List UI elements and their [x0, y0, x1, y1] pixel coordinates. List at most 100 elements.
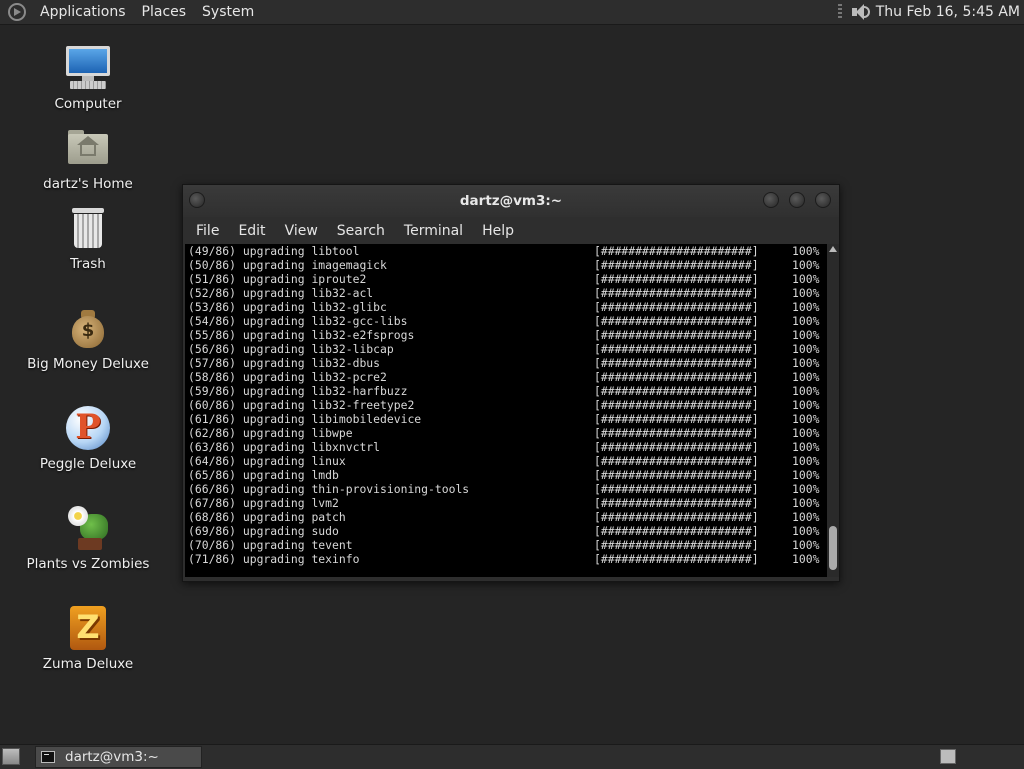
- workspace-switcher[interactable]: [940, 749, 956, 764]
- terminal-progress-percent: 100%: [792, 356, 820, 370]
- clock[interactable]: Thu Feb 16, 5:45 AM: [876, 4, 1020, 20]
- terminal-progress-bar: [######################]: [594, 468, 759, 482]
- terminal-line-text: (55/86) upgrading lib32-e2fsprogs: [188, 328, 415, 342]
- minimize-button[interactable]: [763, 192, 779, 208]
- terminal-menubar: File Edit View Search Terminal Help: [183, 217, 839, 244]
- terminal-progress-bar: [######################]: [594, 552, 759, 566]
- desktop-icon-home[interactable]: dartz's Home: [18, 124, 158, 192]
- menu-places[interactable]: Places: [134, 4, 195, 20]
- desktop-icon-label: Zuma Deluxe: [42, 656, 134, 672]
- terminal-progress-bar: [######################]: [594, 370, 759, 384]
- terminal-line: (71/86) upgrading texinfo [##############…: [185, 552, 827, 566]
- terminal-progress-percent: 100%: [792, 496, 820, 510]
- menu-file[interactable]: File: [193, 223, 222, 239]
- terminal-progress-percent: 100%: [792, 510, 820, 524]
- close-button[interactable]: [815, 192, 831, 208]
- terminal-progress-percent: 100%: [792, 468, 820, 482]
- top-panel-tray: Thu Feb 16, 5:45 AM: [837, 0, 1020, 24]
- terminal-icon: [41, 751, 55, 763]
- menu-applications[interactable]: Applications: [32, 4, 134, 20]
- terminal-output[interactable]: (49/86) upgrading libtool [##############…: [185, 244, 827, 577]
- desktop-icon-computer[interactable]: Computer: [18, 44, 158, 112]
- terminal-line-text: (56/86) upgrading lib32-libcap: [188, 342, 394, 356]
- terminal-line-text: (64/86) upgrading linux: [188, 454, 346, 468]
- desktop-icon-plants-vs-zombies[interactable]: Plants vs Zombies: [18, 504, 158, 572]
- terminal-line: (54/86) upgrading lib32-gcc-libs [#######…: [185, 314, 827, 328]
- terminal-progress-percent: 100%: [792, 538, 820, 552]
- terminal-line: (69/86) upgrading sudo [#################…: [185, 524, 827, 538]
- menu-search[interactable]: Search: [334, 223, 388, 239]
- terminal-progress-bar: [######################]: [594, 440, 759, 454]
- maximize-button[interactable]: [789, 192, 805, 208]
- terminal-line: (51/86) upgrading iproute2 [#############…: [185, 272, 827, 286]
- trash-icon: [64, 204, 112, 252]
- terminal-line-text: (53/86) upgrading lib32-glibc: [188, 300, 387, 314]
- terminal-line: (59/86) upgrading lib32-harfbuzz [#######…: [185, 384, 827, 398]
- desktop-icon-label: Big Money Deluxe: [27, 356, 149, 372]
- top-panel: Applications Places System Thu Feb 16, 5…: [0, 0, 1024, 25]
- terminal-line: (64/86) upgrading linux [################…: [185, 454, 827, 468]
- menu-help[interactable]: Help: [479, 223, 517, 239]
- terminal-progress-percent: 100%: [792, 300, 820, 314]
- terminal-progress-percent: 100%: [792, 454, 820, 468]
- taskbar-button-terminal[interactable]: dartz@vm3:~: [35, 746, 202, 768]
- desktop-icon-trash[interactable]: Trash: [18, 204, 158, 272]
- terminal-progress-percent: 100%: [792, 482, 820, 496]
- terminal-progress-bar: [######################]: [594, 538, 759, 552]
- terminal-line-text: (58/86) upgrading lib32-pcre2: [188, 370, 387, 384]
- volume-speaker-icon[interactable]: [850, 2, 870, 22]
- terminal-progress-bar: [######################]: [594, 482, 759, 496]
- terminal-progress-bar: [######################]: [594, 342, 759, 356]
- desktop-icon-big-money-deluxe[interactable]: $ Big Money Deluxe: [18, 304, 158, 372]
- terminal-progress-percent: 100%: [792, 524, 820, 538]
- computer-icon: [64, 44, 112, 92]
- terminal-progress-percent: 100%: [792, 426, 820, 440]
- terminal-progress-percent: 100%: [792, 370, 820, 384]
- terminal-line: (70/86) upgrading tevent [###############…: [185, 538, 827, 552]
- terminal-progress-percent: 100%: [792, 412, 820, 426]
- terminal-line: (55/86) upgrading lib32-e2fsprogs [######…: [185, 328, 827, 342]
- terminal-line: (58/86) upgrading lib32-pcre2 [##########…: [185, 370, 827, 384]
- terminal-window: dartz@vm3:~ File Edit View Search Termin…: [182, 184, 840, 582]
- scroll-up-arrow-icon[interactable]: [829, 246, 837, 252]
- terminal-line: (63/86) upgrading libxnvctrl [###########…: [185, 440, 827, 454]
- desktop-icon-label: Plants vs Zombies: [26, 556, 150, 572]
- terminal-progress-percent: 100%: [792, 440, 820, 454]
- menu-terminal[interactable]: Terminal: [401, 223, 466, 239]
- terminal-line-text: (68/86) upgrading patch: [188, 510, 346, 524]
- main-menu-logo-icon[interactable]: [8, 3, 26, 21]
- terminal-line: (56/86) upgrading lib32-libcap [#########…: [185, 342, 827, 356]
- desktop-icon-label: Peggle Deluxe: [39, 456, 137, 472]
- desktop-icon-zuma-deluxe[interactable]: Z Zuma Deluxe: [18, 604, 158, 672]
- terminal-line-text: (59/86) upgrading lib32-harfbuzz: [188, 384, 408, 398]
- terminal-line: (62/86) upgrading libwpe [###############…: [185, 426, 827, 440]
- desktop-icon-label: dartz's Home: [43, 176, 133, 192]
- show-desktop-icon[interactable]: [2, 748, 20, 765]
- panel-grip-icon[interactable]: [837, 4, 842, 20]
- terminal-progress-percent: 100%: [792, 314, 820, 328]
- menu-system[interactable]: System: [194, 4, 262, 20]
- terminal-progress-percent: 100%: [792, 258, 820, 272]
- window-titlebar[interactable]: dartz@vm3:~: [183, 185, 839, 217]
- bottom-panel: dartz@vm3:~: [0, 744, 1024, 769]
- terminal-line-text: (63/86) upgrading libxnvctrl: [188, 440, 381, 454]
- terminal-progress-percent: 100%: [792, 398, 820, 412]
- taskbar-button-label: dartz@vm3:~: [65, 749, 159, 765]
- terminal-progress-bar: [######################]: [594, 384, 759, 398]
- terminal-progress-bar: [######################]: [594, 300, 759, 314]
- menu-view[interactable]: View: [282, 223, 321, 239]
- desktop-icon-peggle-deluxe[interactable]: P Peggle Deluxe: [18, 404, 158, 472]
- terminal-progress-bar: [######################]: [594, 328, 759, 342]
- zuma-icon: Z: [64, 604, 112, 652]
- terminal-scrollbar[interactable]: [827, 244, 839, 577]
- terminal-line: (68/86) upgrading patch [################…: [185, 510, 827, 524]
- terminal-progress-bar: [######################]: [594, 510, 759, 524]
- terminal-progress-percent: 100%: [792, 272, 820, 286]
- terminal-line: (61/86) upgrading libimobiledevice [#####…: [185, 412, 827, 426]
- terminal-line: (65/86) upgrading lmdb [#################…: [185, 468, 827, 482]
- menu-edit[interactable]: Edit: [235, 223, 268, 239]
- terminal-progress-bar: [######################]: [594, 272, 759, 286]
- terminal-line-text: (70/86) upgrading tevent: [188, 538, 353, 552]
- window-title: dartz@vm3:~: [459, 193, 563, 209]
- scrollbar-thumb[interactable]: [829, 526, 837, 570]
